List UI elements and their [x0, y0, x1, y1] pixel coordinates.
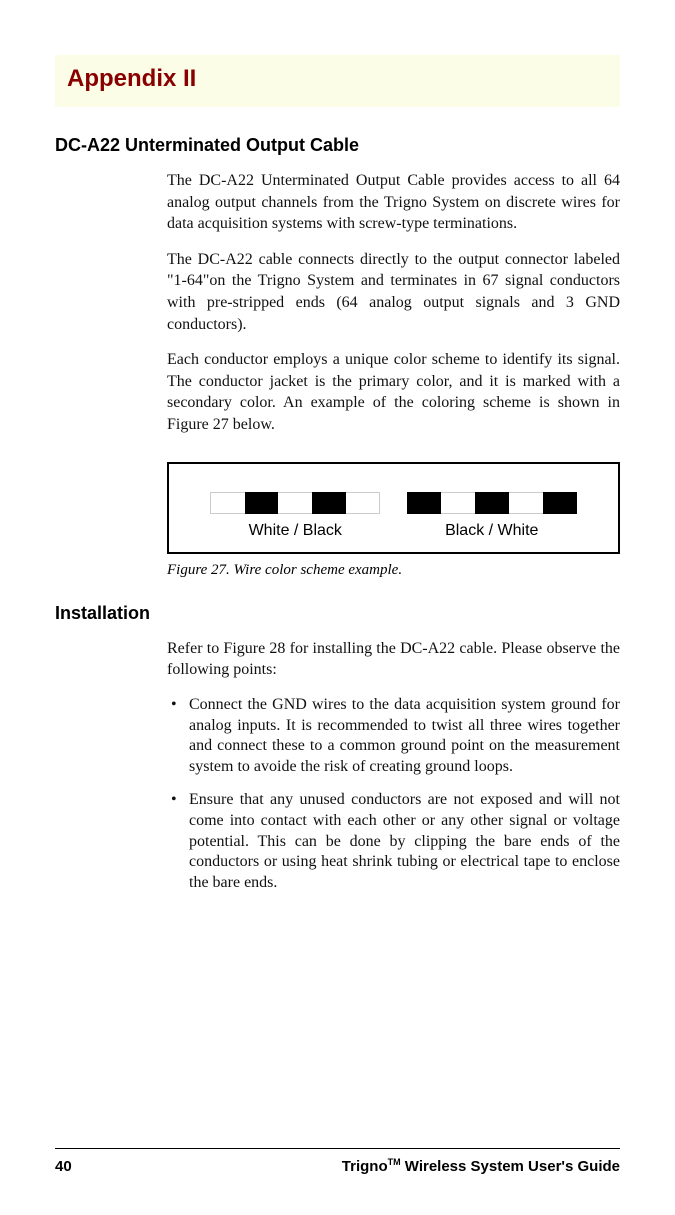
paragraph: Each conductor employs a unique color sc… — [167, 349, 620, 435]
section-heading-installation: Installation — [55, 603, 620, 624]
section-body-installation: Refer to Figure 28 for installing the DC… — [167, 638, 620, 894]
list-item: Ensure that any unused conductors are no… — [167, 790, 620, 894]
paragraph: Refer to Figure 28 for installing the DC… — [167, 638, 620, 681]
section-heading-cable: DC-A22 Unterminated Output Cable — [55, 135, 620, 156]
footer-guide-name: Wireless System User's Guide — [401, 1158, 620, 1175]
swatch-label-left: White / Black — [210, 522, 380, 540]
figure-wire-color: White / Black Black / White — [167, 462, 620, 554]
paragraph: The DC-A22 Unterminated Output Cable pro… — [167, 170, 620, 235]
swatch-row — [187, 492, 600, 514]
footer-brand: Trigno — [342, 1158, 388, 1175]
swatch-white-black — [210, 492, 380, 514]
figure-caption: Figure 27. Wire color scheme example. — [167, 562, 620, 579]
swatch-black-white — [407, 492, 577, 514]
footer-title: TrignoTM Wireless System User's Guide — [342, 1157, 620, 1175]
trademark-symbol: TM — [388, 1157, 401, 1167]
section-body-cable: The DC-A22 Unterminated Output Cable pro… — [167, 170, 620, 579]
page-number: 40 — [55, 1158, 72, 1175]
page-footer: 40 TrignoTM Wireless System User's Guide — [55, 1148, 620, 1175]
paragraph: The DC-A22 cable connects directly to th… — [167, 249, 620, 335]
appendix-title: Appendix II — [67, 65, 608, 93]
swatch-label-right: Black / White — [407, 522, 577, 540]
swatch-labels: White / Black Black / White — [187, 522, 600, 540]
appendix-header: Appendix II — [55, 55, 620, 107]
installation-bullets: Connect the GND wires to the data acquis… — [167, 695, 620, 894]
list-item: Connect the GND wires to the data acquis… — [167, 695, 620, 778]
